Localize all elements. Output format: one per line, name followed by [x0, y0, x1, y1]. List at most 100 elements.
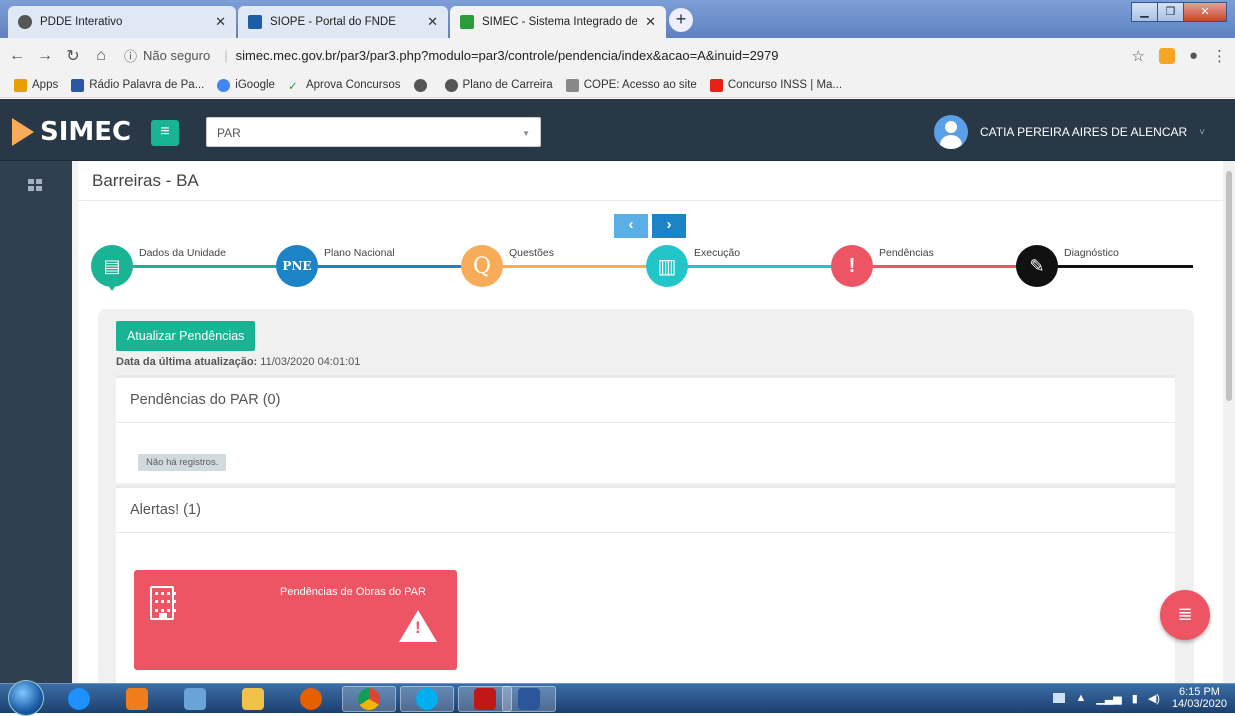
app-header: SIMEC ≡ PAR ▼ CATIA PEREIRA AIRES DE ALE… [0, 99, 1235, 161]
logo-arrow-icon [12, 118, 34, 146]
bookmark-cope[interactable]: COPE: Acesso ao site [565, 78, 697, 92]
step-pendencias[interactable]: ! Pendências [831, 245, 934, 287]
content-panel: Barreiras - BA ‹ › ▤ Dados da Unidade PN… [78, 161, 1224, 683]
alertas-title: Alertas! (1) [116, 488, 1175, 533]
system-tray: ▲ ▁▃▅ ▮ ◀) 6:15 PM 14/03/2020 [1053, 686, 1227, 710]
profile-icon[interactable]: ● [1189, 47, 1198, 64]
skype-taskbar-icon[interactable] [400, 686, 454, 712]
pendencias-box: Pendências do PAR (0) Não há registros. [116, 375, 1175, 483]
bookmark-plano[interactable]: Plano de Carreira [444, 78, 553, 92]
minimize-button[interactable]: ▁ [1131, 2, 1158, 22]
network-taskbar-icon[interactable] [168, 686, 222, 712]
star-icon[interactable]: ☆ [1131, 47, 1144, 65]
avatar [933, 115, 968, 149]
last-update: Data da última atualização: 11/03/2020 0… [116, 356, 360, 368]
browser-tab-pdde[interactable]: PDDE Interativo ✕ [8, 6, 236, 38]
new-tab-button[interactable]: + [669, 8, 693, 32]
close-tab-icon[interactable]: ✕ [427, 14, 438, 30]
pne-icon: PNE [276, 245, 318, 287]
page-title: Barreiras - BA [92, 171, 199, 190]
browser-tab-simec[interactable]: SIMEC - Sistema Integrado de M ✕ [450, 6, 666, 38]
reload-icon[interactable]: ↻ [62, 46, 84, 66]
bookmarks-bar: Apps Rádio Palavra de Pa... iGoogle ✓ Apr… [0, 73, 1235, 98]
obras-alert-card[interactable]: Pendências de Obras do PAR ! [134, 570, 457, 670]
menu-toggle-button[interactable]: ≡ [151, 120, 179, 146]
previous-step-button[interactable]: ‹ [614, 214, 648, 238]
next-step-button[interactable]: › [652, 214, 686, 238]
maximize-button[interactable]: ❐ [1157, 2, 1184, 22]
close-window-button[interactable]: ✕ [1183, 2, 1227, 22]
bookmark-globe[interactable] [413, 78, 432, 92]
info-icon[interactable]: ⓘ [124, 46, 137, 65]
bookmark-radio[interactable]: Rádio Palavra de Pa... [71, 78, 205, 92]
no-records-badge: Não há registros. [138, 454, 227, 471]
bookmark-igoogle[interactable]: iGoogle [217, 78, 275, 92]
bookmark-label: COPE: Acesso ao site [583, 79, 697, 91]
user-name: CATIA PEREIRA AIRES DE ALENCAR [979, 125, 1188, 139]
update-pendencias-button[interactable]: Atualizar Pendências [116, 321, 256, 351]
step-plano-nacional[interactable]: PNE Plano Nacional [276, 245, 395, 287]
firefox-taskbar-icon[interactable] [284, 686, 338, 712]
sidebar [0, 161, 72, 683]
keyboard-icon[interactable] [1053, 693, 1066, 703]
bookmark-label: Rádio Palavra de Pa... [89, 79, 205, 91]
grid-icon[interactable] [28, 179, 42, 191]
main-content: Barreiras - BA ‹ › ▤ Dados da Unidade PN… [72, 161, 1235, 683]
browser-tab-strip: PDDE Interativo ✕ SIOPE - Portal do FNDE… [0, 0, 1235, 38]
bookmark-aprova[interactable]: ✓ Aprova Concursos [288, 79, 401, 93]
window-controls: ▁ ❐ ✕ [1131, 2, 1227, 22]
back-icon[interactable]: ← [6, 47, 28, 65]
forward-icon[interactable]: → [34, 47, 56, 65]
tab-title: PDDE Interativo [40, 16, 123, 28]
last-update-value: 11/03/2020 04:01:01 [260, 356, 361, 368]
step-questoes[interactable]: Q Questões [461, 245, 554, 287]
simec-logo[interactable]: SIMEC [12, 117, 131, 147]
volume-icon[interactable]: ◀) [1148, 692, 1160, 705]
media-taskbar-icon[interactable] [110, 686, 164, 712]
extension-icon[interactable] [1158, 47, 1175, 64]
chevron-down-icon: ˅ [1199, 126, 1205, 138]
module-select-value: PAR [217, 126, 241, 140]
bookmark-label: iGoogle [235, 79, 275, 91]
user-menu[interactable]: CATIA PEREIRA AIRES DE ALENCAR ˅ [933, 115, 1205, 149]
menu-dots-icon[interactable]: ⋮ [1212, 47, 1227, 65]
signal-icon[interactable]: ▁▃▅ [1096, 692, 1121, 705]
brazil-flag-icon [460, 15, 474, 29]
apps-grid-icon [14, 78, 27, 92]
q-icon: Q [461, 245, 503, 287]
chrome-taskbar-icon[interactable] [342, 686, 396, 712]
clock-time: 6:15 PM [1178, 686, 1220, 698]
windows-taskbar: ▲ ▁▃▅ ▮ ◀) 6:15 PM 14/03/2020 [0, 680, 1235, 716]
google-icon [217, 78, 231, 92]
step-dados-da-unidade[interactable]: ▤ Dados da Unidade [91, 245, 226, 291]
bookmark-label: Apps [32, 79, 59, 91]
browser-tab-siope[interactable]: SIOPE - Portal do FNDE ✕ [238, 6, 448, 38]
youtube-icon [709, 78, 723, 92]
building-icon [150, 586, 176, 620]
explorer-taskbar-icon[interactable] [226, 686, 280, 712]
start-button[interactable] [8, 680, 44, 716]
home-icon[interactable]: ⌂ [90, 47, 112, 65]
step-execucao[interactable]: ▥ Execução [646, 245, 740, 287]
bookmark-inss[interactable]: Concurso INSS | Ma... [709, 78, 842, 92]
page-icon [565, 78, 579, 92]
floating-menu-button[interactable]: ≣ [1160, 590, 1210, 640]
close-tab-icon[interactable]: ✕ [645, 14, 656, 30]
clock[interactable]: 6:15 PM 14/03/2020 [1172, 686, 1227, 710]
alertas-box: Alertas! (1) Pendências de Obras do PAR … [116, 485, 1175, 683]
url-text: simec.mec.gov.br/par3/par3.php?modulo=pa… [235, 48, 779, 63]
tray-expand-icon[interactable]: ▲ [1075, 692, 1086, 704]
module-select[interactable]: PAR ▼ [206, 117, 541, 147]
word-taskbar-icon[interactable] [502, 686, 556, 712]
battery-icon[interactable]: ▮ [1132, 692, 1138, 705]
step-diagnostico[interactable]: ✎ Diagnóstico [1016, 245, 1119, 287]
security-label: Não seguro [143, 48, 211, 63]
close-tab-icon[interactable]: ✕ [215, 14, 226, 30]
ie-taskbar-icon[interactable] [52, 686, 106, 712]
pendencias-title: Pendências do PAR (0) [116, 378, 1175, 423]
pendencias-container: Atualizar Pendências Data da última atua… [98, 309, 1194, 683]
scrollbar[interactable] [1223, 161, 1235, 683]
step-label: Pendências [879, 247, 934, 259]
address-bar[interactable]: ⓘ Não seguro | simec.mec.gov.br/par3/par… [124, 41, 1204, 70]
bookmark-apps[interactable]: Apps [14, 78, 59, 92]
